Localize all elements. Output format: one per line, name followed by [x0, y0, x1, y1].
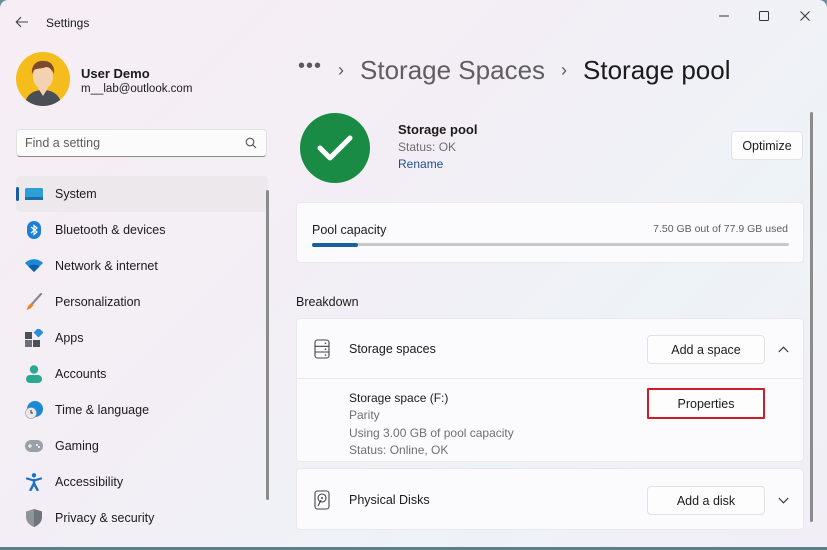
arrow-left-icon: [15, 16, 28, 28]
hard-disk-icon: [314, 490, 330, 510]
breadcrumb-more-button[interactable]: •••: [298, 55, 322, 78]
physical-disks-label: Physical Disks: [349, 493, 430, 507]
active-indicator: [16, 187, 19, 201]
breakdown-heading: Breakdown: [296, 295, 359, 309]
settings-window: Settings User Demo m__lab@outlook.com Fi…: [0, 0, 827, 548]
capacity-value: 7.50 GB out of 77.9 GB used: [653, 223, 788, 235]
breadcrumb-parent[interactable]: Storage Spaces: [360, 55, 545, 86]
properties-button[interactable]: Properties: [647, 388, 765, 419]
sidebar-item-privacy-security[interactable]: Privacy & security: [16, 500, 268, 536]
storage-drive-icon: [314, 339, 330, 359]
storage-spaces-card: Storage spaces Add a space Storage space…: [296, 318, 804, 462]
physical-disks-card[interactable]: Physical Disks Add a disk: [296, 468, 804, 530]
sidebar-item-network[interactable]: Network & internet: [16, 248, 268, 284]
search-input[interactable]: [25, 135, 235, 151]
gamepad-icon: [25, 437, 43, 455]
user-avatar-icon: [24, 60, 62, 106]
storage-space-status: Status: Online, OK: [349, 442, 449, 457]
pool-capacity-card: Pool capacity 7.50 GB out of 77.9 GB use…: [296, 202, 804, 263]
user-email: m__lab@outlook.com: [81, 83, 193, 95]
pool-title: Storage pool: [398, 122, 478, 137]
sidebar-item-accounts[interactable]: Accounts: [16, 356, 268, 392]
storage-spaces-label: Storage spaces: [349, 342, 436, 356]
apps-icon: [25, 329, 43, 347]
optimize-button[interactable]: Optimize: [731, 131, 803, 160]
sidebar-item-label: Network & internet: [55, 259, 158, 273]
maximize-button[interactable]: [744, 6, 784, 26]
sidebar-scrollbar[interactable]: [266, 190, 269, 500]
storage-space-name: Storage space (F:): [349, 391, 449, 405]
capacity-progress-bar: [312, 242, 789, 247]
chevron-right-icon: ›: [338, 59, 345, 80]
bluetooth-icon: [25, 221, 43, 239]
sidebar-nav: System Bluetooth & devices Network & int…: [16, 176, 268, 536]
chevron-up-icon[interactable]: [773, 339, 793, 359]
pool-status-icon: [300, 113, 370, 183]
person-icon: [25, 365, 43, 383]
brush-icon: [25, 293, 43, 311]
sidebar-item-gaming[interactable]: Gaming: [16, 428, 268, 464]
storage-spaces-header[interactable]: Storage spaces Add a space: [297, 319, 803, 379]
add-disk-button[interactable]: Add a disk: [647, 486, 765, 515]
storage-space-type: Parity: [349, 408, 380, 423]
sidebar-item-label: Time & language: [55, 403, 150, 417]
shield-icon: [25, 509, 43, 527]
sidebar-item-label: System: [55, 187, 97, 201]
sidebar-item-label: Gaming: [55, 439, 99, 453]
sidebar-item-label: Personalization: [55, 295, 141, 309]
chevron-down-icon[interactable]: [773, 490, 793, 510]
pool-status: Status: OK: [398, 140, 457, 154]
title-bar: Settings: [0, 0, 827, 44]
minimize-icon: [719, 15, 729, 17]
search-box[interactable]: [16, 129, 267, 157]
close-icon: [800, 11, 810, 21]
sidebar-item-label: Accessibility: [55, 475, 124, 489]
rename-link[interactable]: Rename: [398, 157, 443, 171]
clock-globe-icon: [25, 401, 43, 419]
sidebar-item-label: Accounts: [55, 367, 107, 381]
avatar[interactable]: [16, 52, 70, 106]
accessibility-icon: [25, 473, 43, 491]
sidebar-item-label: Bluetooth & devices: [55, 223, 166, 237]
capacity-progress-fill: [312, 242, 358, 247]
chevron-right-icon: ›: [561, 59, 568, 80]
main-scrollbar[interactable]: [810, 112, 813, 522]
back-button[interactable]: [12, 12, 32, 32]
sidebar-item-time-language[interactable]: Time & language: [16, 392, 268, 428]
sidebar-item-accessibility[interactable]: Accessibility: [16, 464, 268, 500]
sidebar-item-bluetooth[interactable]: Bluetooth & devices: [16, 212, 268, 248]
checkmark-icon: [317, 135, 353, 161]
sidebar-item-system[interactable]: System: [16, 176, 268, 212]
maximize-icon: [759, 11, 769, 21]
close-button[interactable]: [785, 6, 825, 26]
page-title: Storage pool: [583, 54, 731, 85]
add-space-button[interactable]: Add a space: [647, 335, 765, 364]
app-title: Settings: [46, 16, 90, 30]
minimize-button[interactable]: [704, 6, 744, 26]
sidebar-item-label: Privacy & security: [55, 511, 155, 525]
capacity-label: Pool capacity: [312, 223, 387, 237]
sidebar-item-personalization[interactable]: Personalization: [16, 284, 268, 320]
monitor-icon: [25, 185, 43, 203]
search-icon[interactable]: [245, 137, 257, 149]
storage-space-usage: Using 3.00 GB of pool capacity: [349, 425, 514, 440]
breadcrumb: ••• › Storage Spaces › Storage pool: [298, 52, 730, 88]
user-name: User Demo: [81, 66, 150, 81]
storage-space-item: Storage space (F:) Parity Using 3.00 GB …: [349, 390, 514, 459]
wifi-icon: [25, 257, 43, 275]
sidebar-item-label: Apps: [55, 331, 84, 345]
sidebar-item-apps[interactable]: Apps: [16, 320, 268, 356]
